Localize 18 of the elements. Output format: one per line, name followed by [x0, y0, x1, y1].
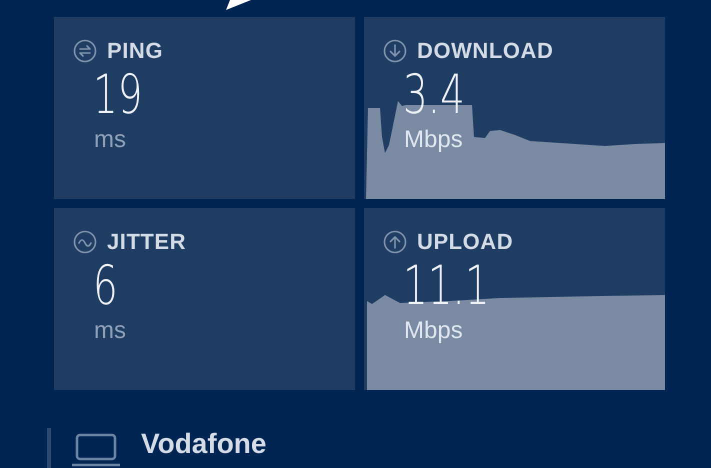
wave-icon — [73, 230, 97, 254]
metric-value: 3.4 — [403, 67, 465, 123]
metric-title: PING — [107, 37, 163, 65]
laptop-icon — [71, 433, 121, 467]
metric-title: JITTER — [107, 228, 186, 256]
metric-value: 6 — [93, 258, 118, 314]
provider-name: Vodafone — [141, 428, 266, 460]
exchange-arrows-icon — [73, 39, 97, 63]
metric-unit: Mbps — [404, 125, 463, 155]
metric-unit: ms — [94, 316, 126, 346]
pointer-triangle-icon — [226, 0, 251, 10]
accent-bar — [47, 428, 51, 468]
metric-title: DOWNLOAD — [417, 37, 554, 65]
metric-unit: ms — [94, 125, 126, 155]
metric-unit: Mbps — [404, 316, 463, 346]
metric-title: UPLOAD — [417, 228, 514, 256]
metric-value: 11.1 — [403, 258, 490, 314]
metric-value: 19 — [93, 67, 142, 123]
